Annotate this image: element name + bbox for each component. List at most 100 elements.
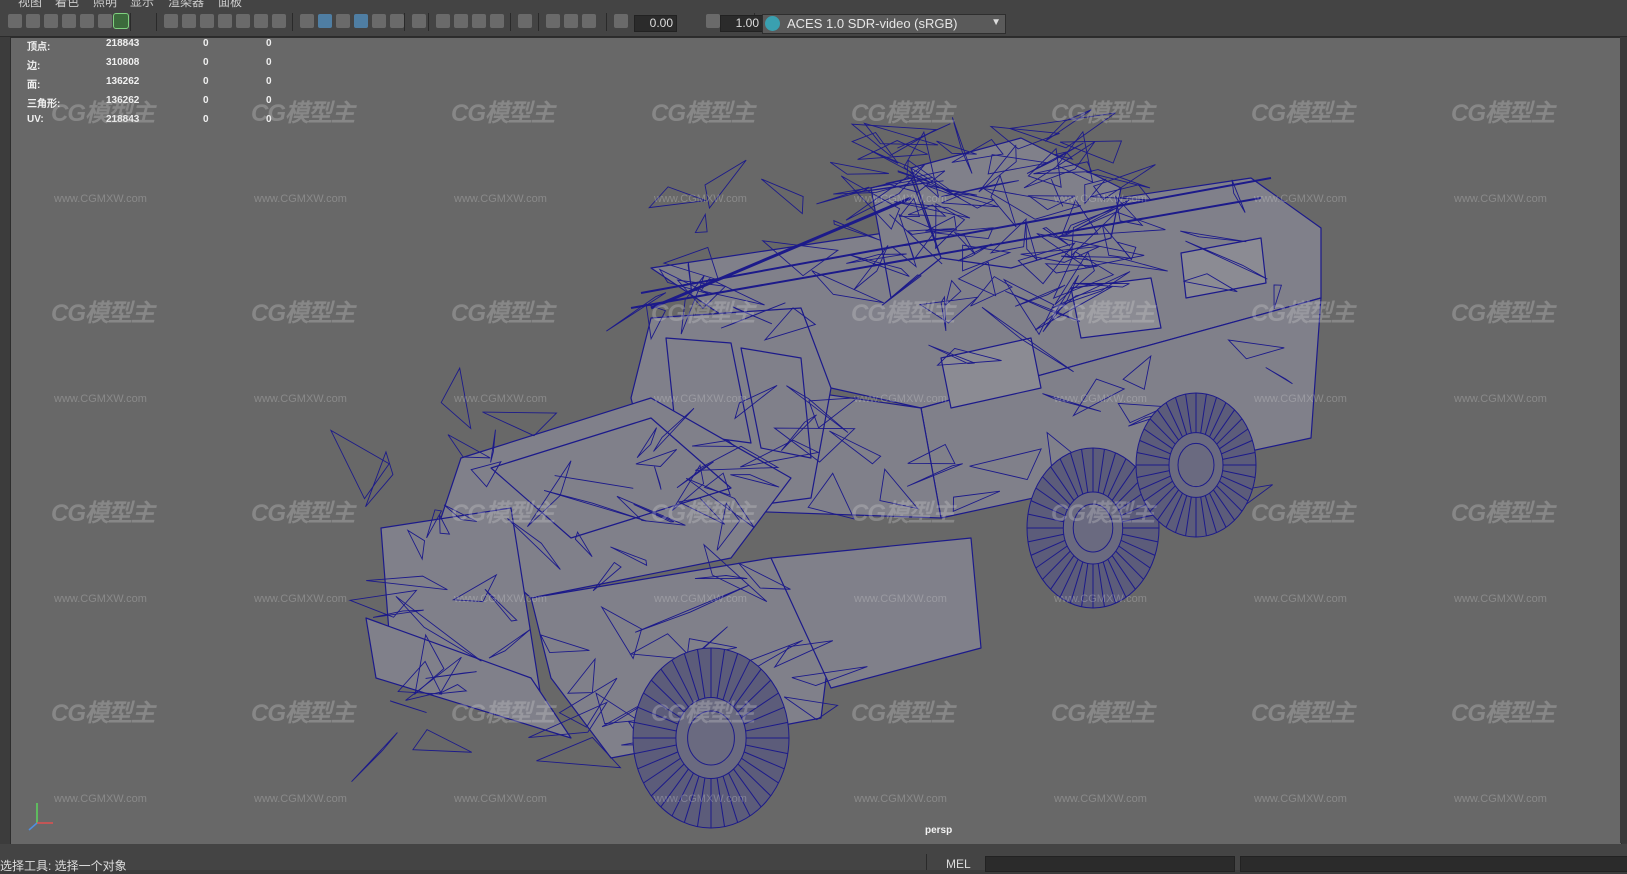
left-edge — [0, 37, 10, 843]
watermark-url: www.CGMXW.com — [654, 793, 747, 805]
resolution-gate-icon[interactable] — [200, 14, 214, 28]
status-divider — [926, 854, 927, 870]
watermark-url: www.CGMXW.com — [1054, 793, 1147, 805]
toggle-grid-icon[interactable] — [113, 13, 129, 29]
watermark-url: www.CGMXW.com — [54, 793, 147, 805]
watermark-logo: CG模型主 — [251, 500, 355, 527]
camera-attributes-icon[interactable] — [44, 14, 58, 28]
watermark-logo: CG模型主 — [1251, 700, 1355, 727]
watermark-url: www.CGMXW.com — [1454, 593, 1547, 605]
wireframe-on-shaded-icon[interactable] — [354, 14, 368, 28]
gamma-icon[interactable] — [706, 14, 720, 28]
watermark-logo: CG模型主 — [251, 700, 355, 727]
watermark-url: www.CGMXW.com — [54, 193, 147, 205]
toolbar-separator — [292, 13, 293, 31]
watermark-url: www.CGMXW.com — [854, 593, 947, 605]
menu-item-2[interactable]: 照明 — [93, 0, 117, 8]
hud-label: 边: — [27, 61, 41, 72]
mesh-face — [412, 729, 472, 753]
xray-icon[interactable] — [372, 14, 386, 28]
watermark-logo: CG模型主 — [651, 700, 755, 727]
watermark-url: www.CGMXW.com — [1254, 393, 1347, 405]
field-chart-icon[interactable] — [236, 14, 250, 28]
menu-item-5[interactable]: 面板 — [218, 0, 242, 8]
wireframe-icon[interactable] — [300, 14, 314, 28]
depth-of-field-icon[interactable] — [490, 14, 504, 28]
grease-pencil-icon[interactable] — [80, 14, 94, 28]
watermark-url: www.CGMXW.com — [854, 793, 947, 805]
xray-active-icon[interactable] — [564, 14, 578, 28]
watermark-logo: CG模型主 — [1051, 500, 1155, 527]
toolbar-separator — [156, 13, 157, 31]
exposure-field[interactable]: 0.00 — [634, 15, 677, 32]
mesh-face — [850, 123, 938, 157]
watermark-logo: CG模型主 — [651, 300, 755, 327]
watermark-logo: CG模型主 — [1051, 700, 1155, 727]
watermark-url: www.CGMXW.com — [54, 393, 147, 405]
watermark-url: www.CGMXW.com — [1054, 193, 1147, 205]
isolate-select-icon[interactable] — [518, 14, 532, 28]
watermark-url: www.CGMXW.com — [454, 793, 547, 805]
watermark-logo: CG模型主 — [1251, 100, 1355, 127]
camera-label: persp — [925, 825, 953, 836]
exposure-icon[interactable] — [614, 14, 628, 28]
motion-blur-icon[interactable] — [454, 14, 468, 28]
camera-lock-icon[interactable] — [26, 14, 40, 28]
watermark-logo: CG模型主 — [451, 300, 555, 327]
command-language-label[interactable]: MEL — [946, 857, 971, 871]
watermark-logo: CG模型主 — [851, 300, 955, 327]
menu-item-1[interactable]: 着色 — [55, 0, 79, 8]
gamma-field[interactable]: 1.00 — [720, 15, 763, 32]
watermark-url: www.CGMXW.com — [1054, 593, 1147, 605]
watermark-url: www.CGMXW.com — [1254, 793, 1347, 805]
anti-aliasing-icon[interactable] — [472, 14, 486, 28]
hud-value: 136262 — [106, 76, 140, 87]
watermark-url: www.CGMXW.com — [454, 393, 547, 405]
xray-joints-icon[interactable] — [546, 14, 560, 28]
watermark-logo: CG模型主 — [51, 700, 155, 727]
watermark-url: www.CGMXW.com — [254, 793, 347, 805]
safe-title-icon[interactable] — [272, 14, 286, 28]
watermark-logo: CG模型主 — [51, 500, 155, 527]
mesh-face — [365, 450, 394, 508]
watermark-url: www.CGMXW.com — [854, 393, 947, 405]
smooth-shade-icon[interactable] — [318, 14, 332, 28]
camera-select-icon[interactable] — [8, 14, 22, 28]
watermark-logo: CG模型主 — [1451, 100, 1555, 127]
toolbar-separator — [428, 13, 429, 31]
ambient-occlusion-icon[interactable] — [436, 14, 450, 28]
watermark-logo: CG模型主 — [251, 100, 355, 127]
color-management-dropdown[interactable]: ACES 1.0 SDR-video (sRGB) ▼ — [762, 14, 1006, 34]
gate-mask-icon[interactable] — [218, 14, 232, 28]
menu-item-4[interactable]: 渲染器 — [168, 0, 204, 8]
hud-value: 0 — [266, 76, 272, 87]
watermark-logo: CG模型主 — [51, 100, 155, 127]
default-material-icon[interactable] — [336, 14, 350, 28]
grid-icon[interactable] — [164, 14, 178, 28]
film-gate-icon[interactable] — [182, 14, 196, 28]
2d-pan-icon[interactable] — [98, 14, 112, 28]
watermark-logo: CG模型主 — [1451, 700, 1555, 727]
toolbar-separator — [404, 13, 405, 31]
watermark-logo: CG模型主 — [1451, 500, 1555, 527]
mesh-face — [761, 178, 804, 215]
viewport-toolbar: 0.00 1.00 ACES 1.0 SDR-video (sRGB) ▼ — [0, 8, 1627, 37]
hub — [1177, 442, 1215, 488]
backface-cull-icon[interactable] — [582, 14, 596, 28]
watermark-url: www.CGMXW.com — [454, 193, 547, 205]
safe-action-icon[interactable] — [254, 14, 268, 28]
right-edge — [1620, 37, 1627, 843]
watermark-logo: CG模型主 — [851, 700, 955, 727]
3d-viewport[interactable]: 顶点: 218843 0 0 边: 310808 0 0 面: 136262 0 0 三角形: 13626… — [10, 37, 1622, 845]
hud-value: 0 — [266, 57, 272, 68]
shadows-icon[interactable] — [412, 14, 426, 28]
bookmark-icon[interactable] — [62, 14, 76, 28]
watermark-logo: CG模型主 — [851, 100, 955, 127]
watermark-url: www.CGMXW.com — [254, 593, 347, 605]
menu-item-3[interactable]: 显示 — [130, 0, 154, 8]
use-lights-icon[interactable] — [390, 14, 404, 28]
watermark-logo: CG模型主 — [1051, 300, 1155, 327]
menu-item-0[interactable]: 视图 — [18, 0, 42, 8]
hud-label: 顶点: — [27, 42, 51, 53]
hud-label: UV: — [27, 114, 44, 125]
